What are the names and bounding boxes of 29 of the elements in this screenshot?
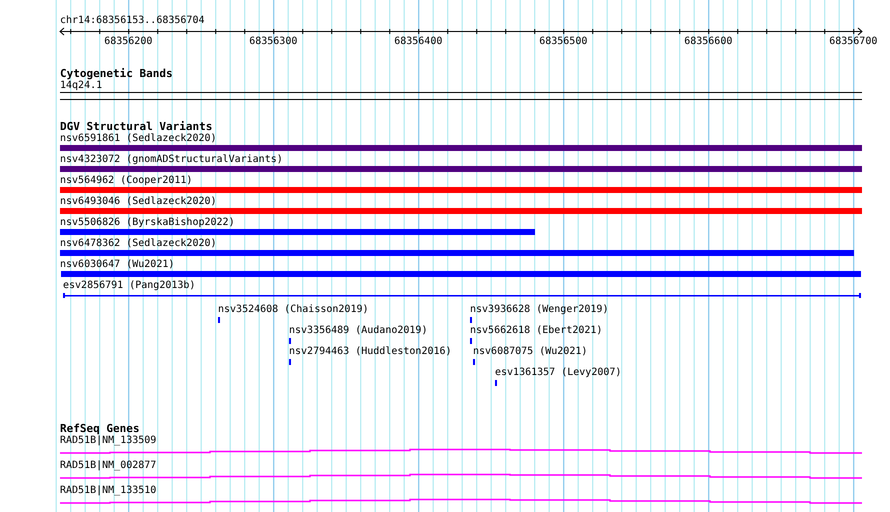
tick-label: 68356200 <box>104 36 152 47</box>
variant-label: nsv6478362 (Sedlazeck2020) <box>60 238 217 250</box>
variant-label: nsv5662618 (Ebert2021) <box>470 325 602 337</box>
variant-label: nsv6591861 (Sedlazeck2020) <box>60 133 217 145</box>
variant-label: nsv564962 (Cooper2011) <box>60 175 192 187</box>
tick-label: 68356500 <box>539 36 588 47</box>
variant-label: esv2856791 (Pang2013b) <box>63 280 196 292</box>
band-label: 14q24.1 <box>60 80 102 92</box>
variant-label: esv1361357 (Levy2007) <box>495 367 622 379</box>
track-title: DGV Structural Variants <box>60 121 212 133</box>
variant-label: nsv5506826 (ByrskaBishop2022) <box>60 217 235 229</box>
variant-label: nsv3524608 (Chaisson2019) <box>218 304 369 316</box>
variant-label: nsv3936628 (Wenger2019) <box>470 304 608 316</box>
variant-label: nsv6493046 (Sedlazeck2020) <box>60 196 217 208</box>
gene-label: RAD51B|NM_133509 <box>60 435 156 447</box>
tick-label: 68356400 <box>394 36 442 47</box>
track-title: RefSeq Genes <box>60 423 140 435</box>
track-title: Cytogenetic Bands <box>60 68 173 80</box>
variant-label: nsv4323072 (gnomADStructuralVariants) <box>60 154 283 166</box>
tick-label: 68356600 <box>684 36 732 47</box>
gene-label: RAD51B|NM_133510 <box>60 485 156 497</box>
variant-label: nsv6087075 (Wu2021) <box>473 346 588 358</box>
variant-label: nsv2794463 (Huddleston2016) <box>289 346 452 358</box>
location-label: chr14:68356153..68356704 <box>60 15 206 27</box>
variant-label: nsv6030647 (Wu2021) <box>60 259 174 271</box>
tick-label: 68356700 <box>829 36 878 47</box>
tick-label: 68356300 <box>249 36 298 47</box>
variant-label: nsv3356489 (Audano2019) <box>289 325 428 337</box>
gene-label: RAD51B|NM_002877 <box>60 460 156 472</box>
